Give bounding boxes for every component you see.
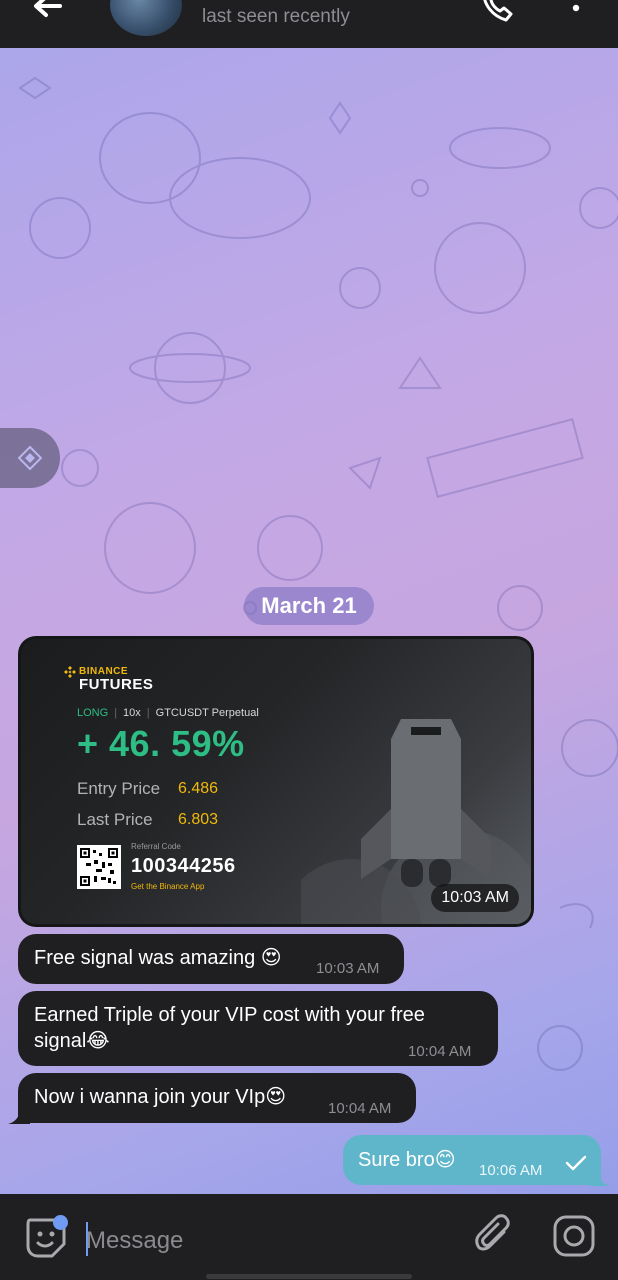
incoming-message[interactable]: Earned Triple of your VIP cost with your… (18, 991, 498, 1066)
qr-code (77, 845, 121, 889)
message-text: Now i wanna join your VIp😍 (34, 1086, 287, 1108)
diamond-icon (18, 446, 42, 470)
message-input[interactable] (86, 1224, 446, 1258)
binance-futures-screenshot: BINANCE FUTURES LONG | 10x | GTCUSDT Perpetu… (21, 639, 531, 924)
contact-avatar[interactable] (110, 0, 182, 36)
scroll-to-bottom-button[interactable] (0, 428, 60, 488)
sent-check-icon (565, 1155, 587, 1171)
chat-header: last seen recently (0, 0, 618, 48)
last-price-label: Last Price (77, 810, 153, 829)
message-time: 10:04 AM (408, 1043, 472, 1060)
more-vertical-icon[interactable] (568, 0, 584, 20)
incoming-message[interactable]: Now i wanna join your VIp😍 10:04 AM (18, 1073, 416, 1123)
message-composer (0, 1194, 618, 1280)
date-separator: March 21 (244, 587, 374, 625)
attach-icon[interactable] (474, 1214, 514, 1258)
brand-subtitle: FUTURES (79, 676, 154, 693)
message-time: 10:06 AM (479, 1162, 543, 1179)
entry-price-label: Entry Price (77, 779, 161, 798)
message-text: Free signal was amazing 😍 (34, 947, 282, 969)
outgoing-message[interactable]: Sure bro😊 10:06 AM (343, 1135, 601, 1185)
back-arrow-icon[interactable] (30, 0, 66, 30)
position-tags: LONG | 10x | GTCUSDT Perpetual (77, 707, 259, 719)
referral-code: 100344256 (131, 855, 236, 877)
binance-logo-icon (64, 666, 76, 678)
home-indicator (206, 1274, 412, 1279)
message-time: 10:04 AM (328, 1100, 392, 1117)
last-price-value: 6.803 (178, 811, 219, 828)
get-app-text: Get the Binance App (131, 882, 205, 891)
side-tag: LONG (77, 707, 109, 719)
message-text: Earned Triple of your VIP cost with your… (34, 1004, 425, 1052)
sticker-badge (53, 1215, 68, 1230)
image-message[interactable]: BINANCE FUTURES LONG | 10x | GTCUSDT Perpetu… (18, 636, 534, 927)
message-time: 10:03 AM (431, 884, 519, 912)
bubble-tail (8, 1108, 30, 1124)
message-text: Sure bro😊 (358, 1149, 456, 1171)
leverage-tag: 10x (123, 707, 141, 719)
contact-status: last seen recently (202, 6, 350, 27)
entry-price-value: 6.486 (178, 780, 219, 797)
bubble-tail (590, 1170, 610, 1186)
message-time: 10:03 AM (316, 960, 380, 977)
incoming-message[interactable]: Free signal was amazing 😍 10:03 AM (18, 934, 404, 984)
phone-icon[interactable] (480, 0, 514, 24)
pnl-percent: + 46. 59% (77, 723, 245, 764)
pair-tag: GTCUSDT Perpetual (155, 707, 259, 719)
camera-icon[interactable] (552, 1214, 596, 1258)
referral-label: Referral Code (131, 842, 181, 851)
